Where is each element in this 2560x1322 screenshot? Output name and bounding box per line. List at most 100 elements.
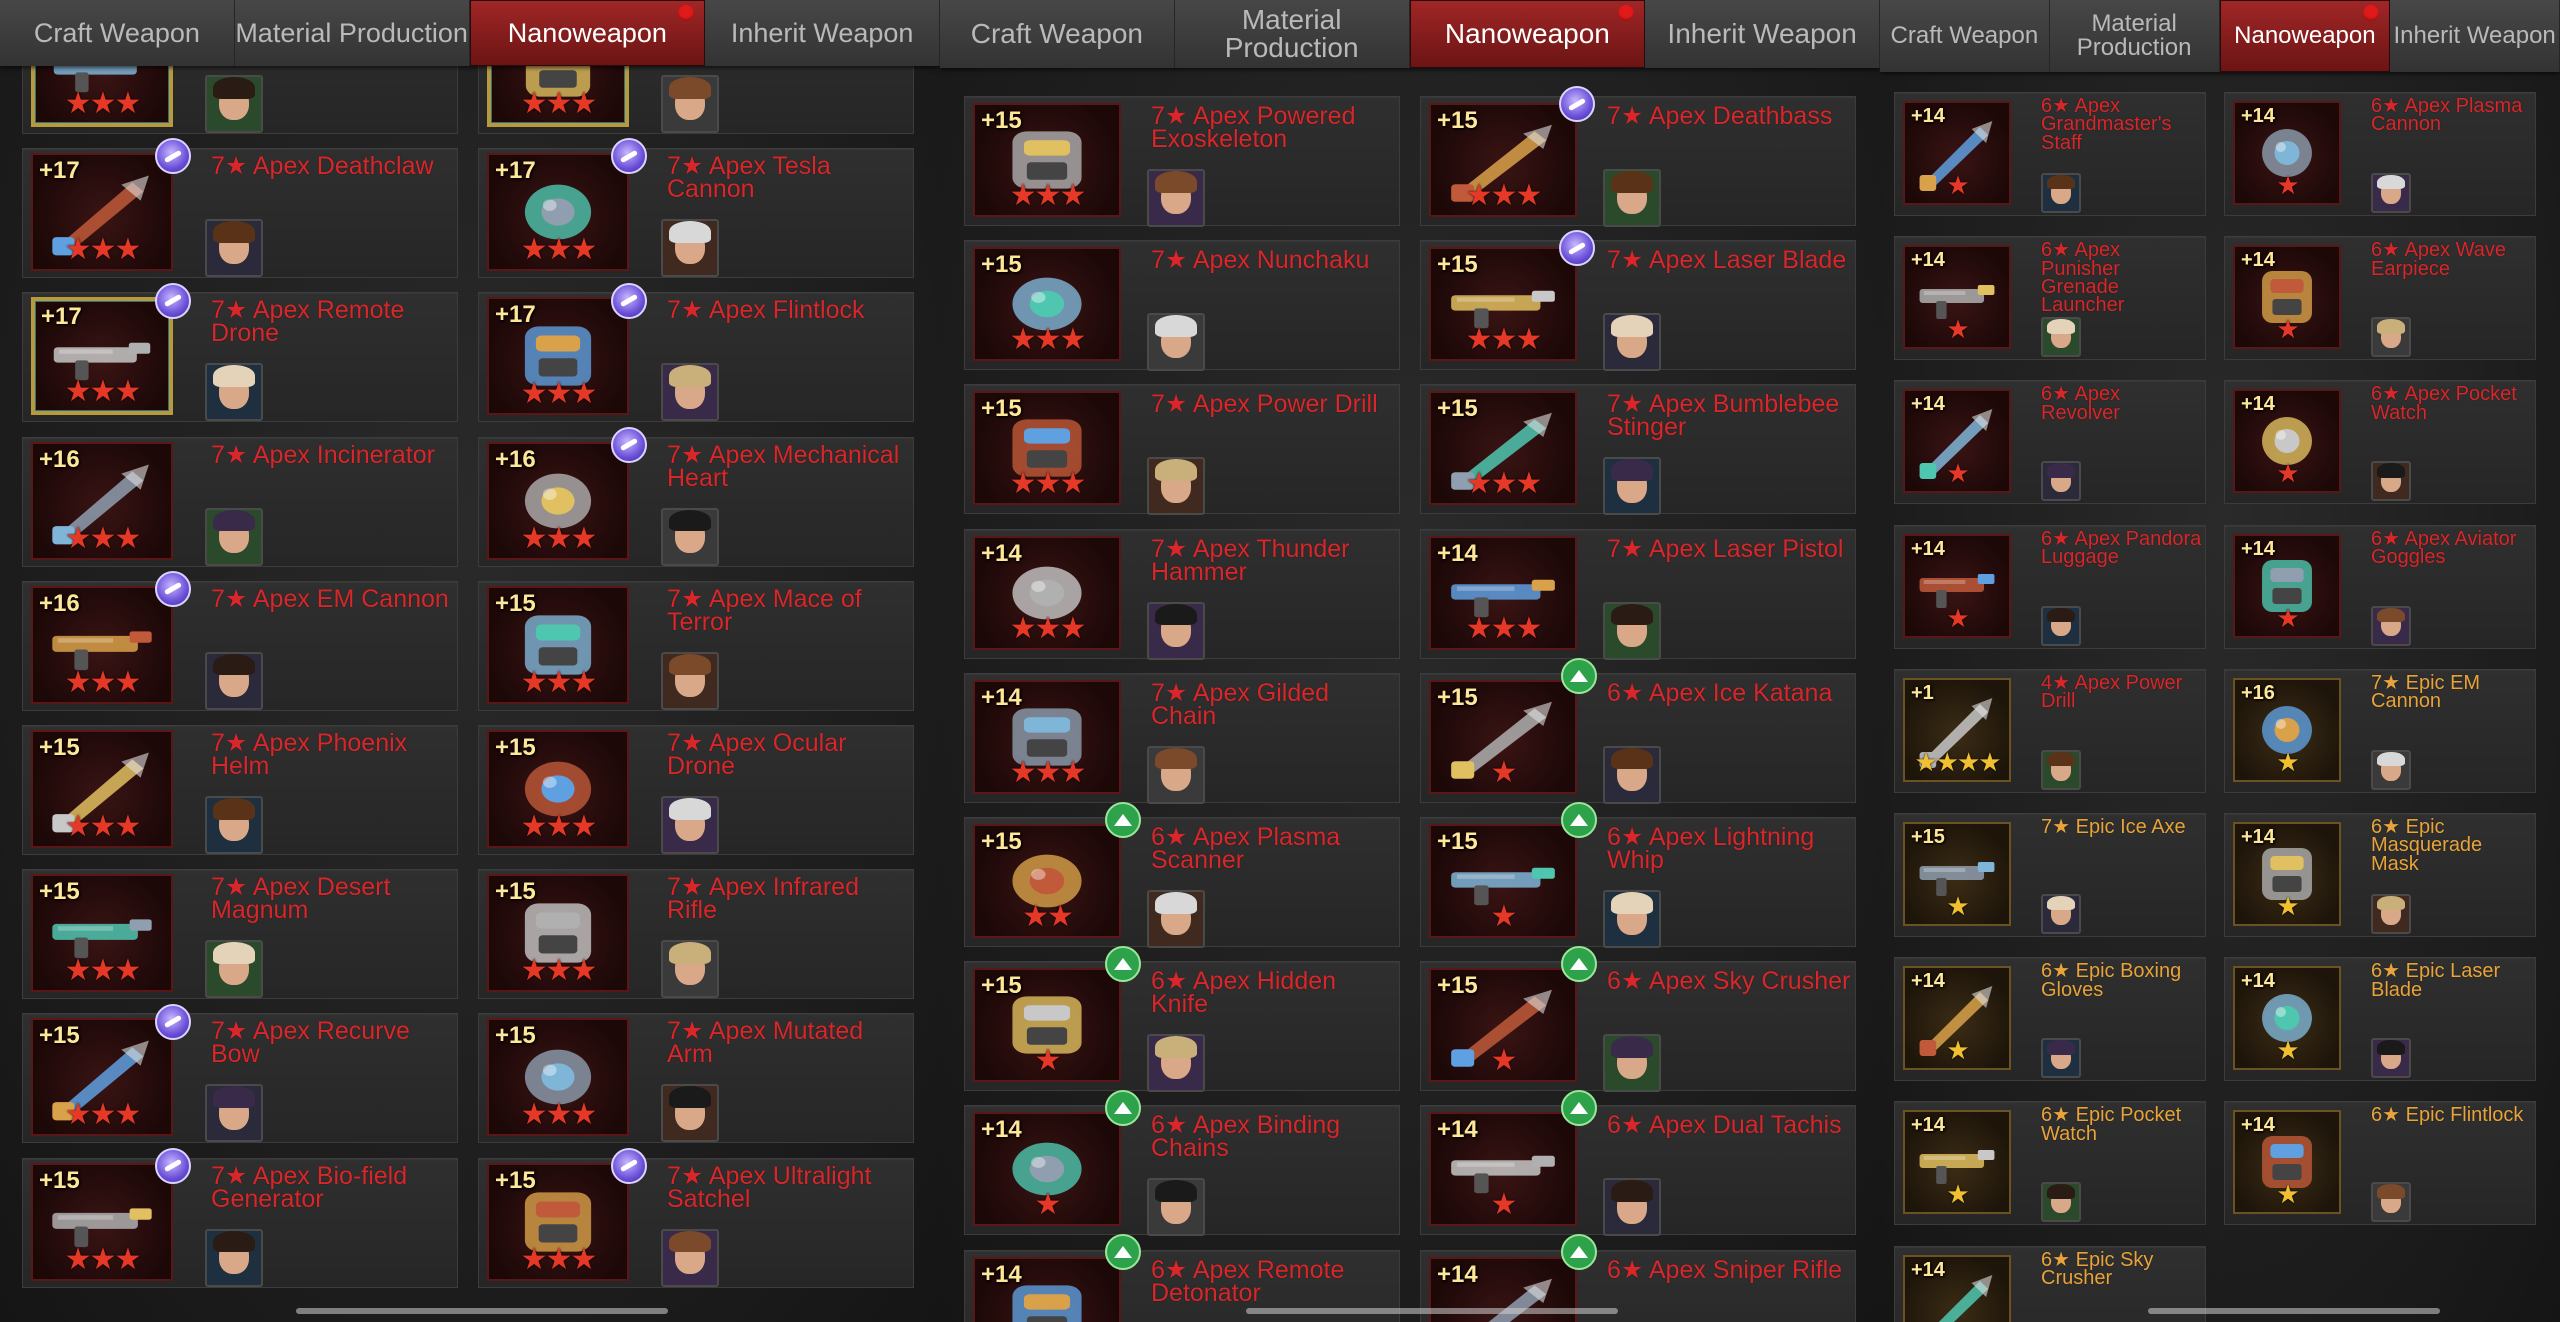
tab-craft-weapon[interactable]: Craft Weapon xyxy=(0,0,235,66)
weapon-name: 7★ Apex Incinerator xyxy=(211,440,435,469)
weapon-tile: +14 ★ xyxy=(1903,101,2011,205)
tab-nanoweapon[interactable]: Nanoweapon xyxy=(2219,0,2391,72)
weapon-card[interactable]: +15 ★ 6★ Apex Hidden Knife xyxy=(964,945,1400,1093)
weapon-card[interactable]: +15 ★★★ 7★ Apex Desert Magnum xyxy=(22,869,458,1000)
hero-avatar xyxy=(661,75,719,133)
star-rating: ★ xyxy=(2276,1179,2299,1210)
weapon-card[interactable]: +14 ★★★ 7★ Apex Gilded Chain xyxy=(964,672,1400,804)
tab-nanoweapon[interactable]: Nanoweapon xyxy=(469,0,706,66)
weapon-card[interactable]: +14 ★★★ 7★ Apex Laser Pistol xyxy=(1420,528,1856,660)
weapon-list[interactable]: +14 ★ 6★ Apex Grandmaster's Staff +14 ★ 6★ A… xyxy=(1880,72,2560,1322)
weapon-card[interactable]: +14 ★ 6★ Apex Grandmaster's Staff xyxy=(1894,92,2206,216)
weapon-card[interactable]: +15 ★★★ 7★ Apex Deathbass xyxy=(1420,86,1856,227)
weapon-card[interactable]: +15 ★★★ 7★ Apex Powered Exoskeleton xyxy=(964,96,1400,227)
tab-label: Inherit Weapon xyxy=(2393,22,2556,49)
weapon-card[interactable]: +15 ★ 7★ Epic Ice Axe xyxy=(1894,812,2206,937)
star-rating: ★★★ xyxy=(520,521,598,555)
weapon-card[interactable]: +15 ★★★ 7★ Apex Infrared Rifle xyxy=(478,869,914,1000)
weapon-card[interactable]: +14 ★ 6★ Apex Aviator Goggles xyxy=(2224,524,2536,649)
nano-core-icon xyxy=(155,282,191,319)
star-rating: ★ xyxy=(1946,1035,1969,1066)
weapon-card[interactable]: +15 ★★★ 7★ Apex Mace of Terror xyxy=(478,580,914,711)
weapon-card[interactable]: +15 ★★★ 7★ Apex Recurve Bow xyxy=(22,1003,458,1144)
weapon-card[interactable]: +14 ★ 6★ Epic Flintlock xyxy=(2224,1101,2536,1226)
tab-material-production[interactable]: Material Production xyxy=(234,0,470,66)
home-indicator[interactable] xyxy=(296,1308,668,1314)
enhance-level: +17 xyxy=(41,303,82,331)
panel-middle: Craft Weapon Material Production Nanoweapo… xyxy=(940,0,1880,1322)
weapon-list[interactable]: +15 ★★★ 7★ Apex Powered Exoskeleton +15 ★★★… xyxy=(940,68,1880,1322)
avatar-hair xyxy=(1611,459,1653,481)
avatar-hair xyxy=(213,797,255,820)
weapon-card[interactable]: +20★★★7★ Apex Inoculator xyxy=(478,66,914,134)
home-indicator[interactable] xyxy=(2148,1308,2440,1314)
weapon-tile: +14 ★ xyxy=(2233,389,2341,494)
tab-nanoweapon[interactable]: Nanoweapon xyxy=(1409,0,1646,68)
tab-material-production[interactable]: Material Production xyxy=(1174,0,1410,68)
avatar-hair xyxy=(213,942,255,964)
weapon-card[interactable]: +15 ★★★ 7★ Apex Bio-field Generator xyxy=(22,1147,458,1288)
weapon-tile: +17 ★★★ xyxy=(31,153,173,272)
weapon-list[interactable]: +20★★★8★ Apex Power Fist +20★★★7★ Apex I… xyxy=(0,66,940,1322)
star-rating: ★ xyxy=(2276,602,2299,633)
star-rating: ★ xyxy=(1034,1044,1062,1078)
weapon-card[interactable]: +16 ★★★ 7★ Apex EM Cannon xyxy=(22,570,458,711)
weapon-card[interactable]: +14 ★ 6★ Epic Laser Blade xyxy=(2224,957,2536,1082)
weapon-tile: +15 ★ xyxy=(1429,823,1577,938)
weapon-name: 6★ Apex Plasma Cannon xyxy=(2371,95,2523,136)
weapon-card[interactable]: +14 ★ 6★ Apex Dual Tachis xyxy=(1420,1090,1856,1237)
weapon-card[interactable]: +15 ★★★ 7★ Apex Mutated Arm xyxy=(478,1013,914,1144)
tab-craft-weapon[interactable]: Craft Weapon xyxy=(940,0,1175,68)
avatar-hair xyxy=(669,1230,711,1253)
weapon-card[interactable]: +14 ★ 6★ Epic Boxing Gloves xyxy=(1894,957,2206,1082)
weapon-card[interactable]: +14 ★ 6★ Apex Pandora Luggage xyxy=(1894,524,2206,649)
tab-inherit-weapon[interactable]: Inherit Weapon xyxy=(2390,0,2560,72)
hero-avatar xyxy=(205,75,263,133)
panel-left: Craft Weapon Material Production Nanoweapo… xyxy=(0,0,940,1322)
weapon-card[interactable]: +16 ★★★ 7★ Apex Mechanical Heart xyxy=(478,426,914,567)
weapon-card[interactable]: +15 ★★ 6★ Apex Plasma Scanner xyxy=(964,801,1400,948)
tab-inherit-weapon[interactable]: Inherit Weapon xyxy=(705,0,940,66)
weapon-card[interactable]: +15 ★★★ 7★ Apex Laser Blade xyxy=(1420,230,1856,372)
weapon-card[interactable]: +14 ★ 6★ Apex Punisher Grenade Launcher xyxy=(1894,236,2206,361)
weapon-card[interactable]: +15 ★ 6★ Apex Sky Crusher xyxy=(1420,945,1856,1093)
weapon-card[interactable]: +14 ★ 6★ Apex Binding Chains xyxy=(964,1090,1400,1237)
tab-inherit-weapon[interactable]: Inherit Weapon xyxy=(1645,0,1880,68)
weapon-name: 7★ Apex Phoenix Helm xyxy=(211,728,408,780)
weapon-card[interactable]: +20★★★8★ Apex Power Fist xyxy=(22,66,458,134)
weapon-card[interactable]: +15 ★★★ 7★ Apex Ocular Drone xyxy=(478,724,914,855)
weapon-card[interactable]: +16 ★★★ 7★ Apex Incinerator xyxy=(22,436,458,567)
hero-avatar xyxy=(2371,1038,2411,1079)
tab-craft-weapon[interactable]: Craft Weapon xyxy=(1880,0,2050,72)
weapon-card[interactable]: +17 ★★★ 7★ Apex Tesla Cannon xyxy=(478,138,914,279)
hero-avatar xyxy=(2371,1182,2411,1223)
avatar-hair xyxy=(1611,1036,1653,1058)
weapon-tile: +14 ★ xyxy=(1903,533,2011,638)
weapon-card[interactable]: +14 ★ 6★ Apex Revolver xyxy=(1894,380,2206,505)
weapon-name: 7★ Epic EM Cannon xyxy=(2371,671,2481,713)
weapon-card[interactable]: +15 ★ 6★ Apex Lightning Whip xyxy=(1420,801,1856,948)
weapon-card[interactable]: +15 ★★★ 7★ Apex Nunchaku xyxy=(964,240,1400,372)
weapon-card[interactable]: +16 ★ 7★ Epic EM Cannon xyxy=(2224,668,2536,793)
weapon-card[interactable]: +14 ★ 6★ Apex Pocket Watch xyxy=(2224,380,2536,505)
weapon-card[interactable]: +14 ★ 6★ Apex Plasma Cannon xyxy=(2224,92,2536,216)
home-indicator[interactable] xyxy=(1246,1308,1618,1314)
weapon-name: 6★ Apex Remote Detonator xyxy=(1151,1255,1345,1307)
weapon-card[interactable]: +15 ★★★ 7★ Apex Bumblebee Stinger xyxy=(1420,384,1856,516)
weapon-card[interactable]: +17 ★★★ 7★ Apex Deathclaw xyxy=(22,138,458,279)
weapon-card[interactable]: +15 ★ 6★ Apex Ice Katana xyxy=(1420,657,1856,804)
weapon-card[interactable]: +14 ★ 6★ Epic Pocket Watch xyxy=(1894,1101,2206,1226)
weapon-card[interactable]: +15 ★★★ 7★ Apex Power Drill xyxy=(964,384,1400,516)
weapon-card[interactable]: +14 ★ 6★ Epic Masquerade Mask xyxy=(2224,812,2536,937)
weapon-card[interactable]: +15 ★★★ 7★ Apex Ultralight Satchel xyxy=(478,1147,914,1288)
hero-avatar xyxy=(661,1084,719,1143)
tab-label: Nanoweapon xyxy=(2234,22,2376,49)
tab-material-production[interactable]: Material Production xyxy=(2049,0,2220,72)
weapon-card[interactable]: +17 ★★★ 7★ Apex Flintlock xyxy=(478,282,914,423)
weapon-card[interactable]: +1 ★★★★ 4★ Apex Power Drill xyxy=(1894,668,2206,793)
weapon-card[interactable]: +14 ★ 6★ Apex Wave Earpiece xyxy=(2224,236,2536,361)
weapon-card[interactable]: +15 ★★★ 7★ Apex Phoenix Helm xyxy=(22,724,458,855)
weapon-card[interactable]: +17 ★★★ 7★ Apex Remote Drone xyxy=(22,282,458,423)
weapon-card[interactable]: +14 ★★★ 7★ Apex Thunder Hammer xyxy=(964,528,1400,660)
star-rating: ★★★ xyxy=(64,809,142,843)
